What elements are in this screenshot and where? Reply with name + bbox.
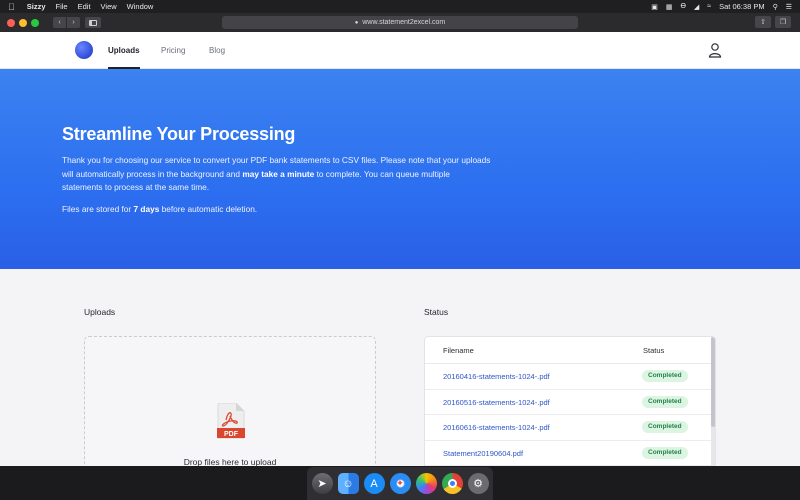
system-preferences-icon[interactable]: ⚙ xyxy=(467,473,489,494)
zoom-window-button[interactable] xyxy=(31,18,39,27)
app-store-icon[interactable]: A xyxy=(363,473,385,494)
share-button[interactable]: ⇧ xyxy=(755,16,771,28)
uploads-section-title: Uploads xyxy=(84,307,116,317)
file-link[interactable]: Statement20190604.pdf xyxy=(443,449,523,458)
status-badge: Completed xyxy=(642,446,688,459)
bluetooth-icon[interactable]: ϴ xyxy=(680,3,685,10)
tabs-overview-button[interactable]: ❐ xyxy=(775,16,791,28)
status-badge: Completed xyxy=(642,370,688,382)
status-badge: Completed xyxy=(642,421,688,433)
file-dropzone[interactable]: PDF Drop files here to upload xyxy=(84,336,376,476)
menu-view[interactable]: View xyxy=(101,2,117,11)
sidebar-toggle-button[interactable] xyxy=(85,17,101,28)
tabs-icon: ❐ xyxy=(779,19,787,26)
retention-note: Files are stored for 7 days before autom… xyxy=(62,204,258,214)
status-badge: Completed xyxy=(642,395,688,408)
nav-blog[interactable]: Blog xyxy=(209,32,225,69)
column-filename: Filename xyxy=(443,346,474,355)
pdf-label: PDF xyxy=(224,431,239,438)
column-status: Status xyxy=(643,346,665,355)
chevron-left-icon: ‹ xyxy=(58,19,61,26)
status-table-scrollbar[interactable] xyxy=(711,337,715,475)
menu-file[interactable]: File xyxy=(56,2,68,11)
sidebar-icon xyxy=(89,19,97,26)
back-button[interactable]: ‹ xyxy=(53,17,66,28)
macos-menu-bar:  Sizzy File Edit View Window ▣ ▦ ϴ ◢ ≈ … xyxy=(0,0,800,13)
control-center-icon[interactable]: ☰ xyxy=(786,3,792,11)
file-link[interactable]: 20160616-statements-1024-.pdf xyxy=(443,423,550,432)
volume-icon[interactable]: ◢ xyxy=(694,3,699,11)
screen-mirroring-icon[interactable]: ▣ xyxy=(651,3,658,11)
pdf-file-icon: PDF xyxy=(217,403,245,439)
macos-dock: ➤ ☺ A ✦ ⚙ xyxy=(307,467,493,500)
finder-icon[interactable]: ☺ xyxy=(337,473,359,494)
hero-title: Streamline Your Processing xyxy=(62,124,296,144)
file-link[interactable]: 20160516-statements-1024-.pdf xyxy=(443,398,550,407)
table-row: 20160516-statements-1024-.pdf Completed xyxy=(425,390,713,415)
calendar-icon[interactable]: ▦ xyxy=(666,3,673,11)
status-table: Filename Status 20160416-statements-1024… xyxy=(424,336,716,476)
file-link[interactable]: 20160416-statements-1024-.pdf xyxy=(443,372,550,381)
menu-app-name[interactable]: Sizzy xyxy=(27,2,46,11)
apple-icon[interactable]:  xyxy=(8,2,15,12)
table-row: 20160616-statements-1024-.pdf Completed xyxy=(425,415,713,441)
share-icon: ⇧ xyxy=(760,19,766,26)
forward-button[interactable]: › xyxy=(67,17,80,28)
wifi-icon[interactable]: ≈ xyxy=(707,3,711,10)
nav-pricing[interactable]: Pricing xyxy=(161,32,185,69)
menu-clock[interactable]: Sat 06:38 PM xyxy=(719,2,764,11)
hero-description: Thank you for choosing our service to co… xyxy=(62,155,491,192)
site-logo[interactable] xyxy=(75,41,93,59)
photos-icon[interactable] xyxy=(415,473,437,494)
lock-icon: ● xyxy=(354,19,359,26)
hero-banner: Streamline Your Processing Thank you for… xyxy=(0,69,800,269)
chrome-icon[interactable] xyxy=(441,473,463,494)
menu-window[interactable]: Window xyxy=(127,2,154,11)
launchpad-icon[interactable]: ➤ xyxy=(311,473,333,494)
spotlight-search-icon[interactable]: ⚲ xyxy=(773,3,778,11)
url-text: www.statement2excel.com xyxy=(362,19,446,26)
status-section-title: Status xyxy=(424,307,449,317)
table-row: Statement20190604.pdf Completed xyxy=(425,441,713,466)
scrollbar-thumb[interactable] xyxy=(711,337,715,427)
browser-toolbar: ‹ › ● www.statement2excel.com ⇧ ❐ xyxy=(0,13,800,32)
address-bar[interactable]: ● www.statement2excel.com xyxy=(222,16,578,29)
nav-uploads[interactable]: Uploads xyxy=(108,32,140,69)
safari-icon[interactable]: ✦ xyxy=(389,473,411,494)
close-window-button[interactable] xyxy=(7,18,15,27)
menu-edit[interactable]: Edit xyxy=(78,2,91,11)
chevron-right-icon: › xyxy=(72,19,75,26)
status-table-header: Filename Status xyxy=(425,337,713,364)
site-navbar: Uploads Pricing Blog xyxy=(0,32,800,69)
user-account-icon[interactable] xyxy=(708,42,722,58)
minimize-window-button[interactable] xyxy=(19,18,27,27)
table-row: 20160416-statements-1024-.pdf Completed xyxy=(425,364,713,390)
